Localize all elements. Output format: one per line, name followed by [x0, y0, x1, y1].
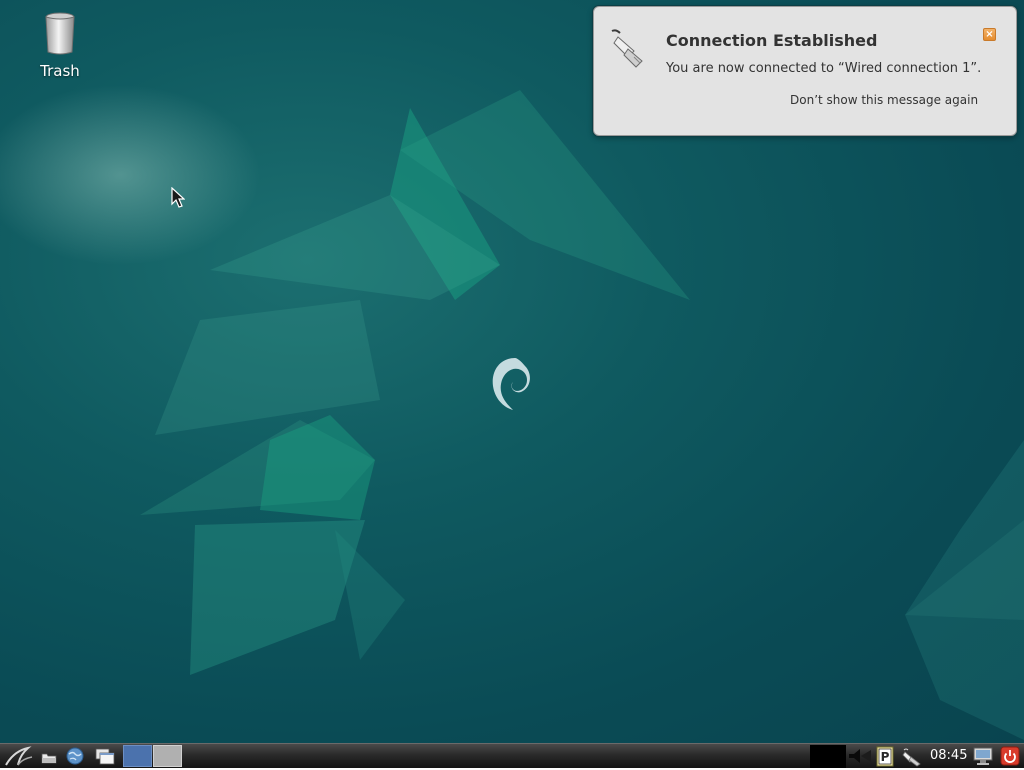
- desktop: Trash Connection Established You are now…: [0, 0, 1024, 743]
- lxde-menu-icon[interactable]: [4, 745, 34, 767]
- clipboard-p-icon[interactable]: P: [876, 745, 894, 767]
- taskbar: P 08:45: [0, 743, 1024, 768]
- debian-swirl-logo: [492, 358, 530, 410]
- clock[interactable]: 08:45: [930, 748, 967, 770]
- file-manager-icon[interactable]: [38, 745, 60, 767]
- desktop-icon-trash[interactable]: Trash: [30, 12, 90, 80]
- window-list-icon[interactable]: [93, 745, 117, 767]
- network-icon[interactable]: [901, 745, 923, 767]
- monitor-icon[interactable]: [972, 745, 994, 767]
- web-browser-icon[interactable]: [64, 745, 86, 767]
- volume-icon[interactable]: [847, 745, 873, 767]
- close-icon[interactable]: ×: [983, 28, 996, 41]
- notification-body: You are now connected to “Wired connecti…: [666, 61, 982, 76]
- notification-title: Connection Established: [666, 31, 878, 50]
- svg-text:P: P: [881, 750, 890, 764]
- workspace-1-button[interactable]: [123, 745, 152, 767]
- trash-icon: [45, 12, 75, 55]
- power-icon[interactable]: [1000, 745, 1020, 767]
- mouse-cursor-icon: [171, 187, 185, 208]
- taskbar-blank-region: [810, 745, 846, 768]
- workspace-2-button[interactable]: [153, 745, 182, 767]
- desktop-icon-label: Trash: [40, 62, 80, 80]
- notification-popup: Connection Established You are now conne…: [593, 6, 1017, 136]
- network-wired-icon: [611, 29, 643, 68]
- dont-show-again-link[interactable]: Don’t show this message again: [790, 93, 978, 107]
